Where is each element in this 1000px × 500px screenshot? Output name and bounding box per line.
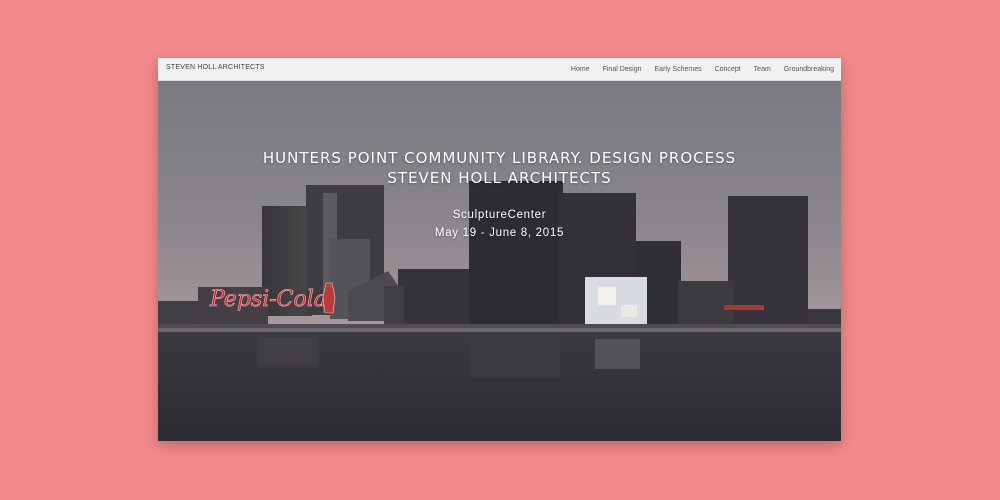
hero-section: Pepsi-Cola HUNTERS POINT COMMUNITY LIBRA… bbox=[158, 81, 841, 441]
brand-link[interactable]: STEVEN HOLL ARCHITECTS bbox=[166, 64, 265, 71]
nav-item-groundbreaking[interactable]: Groundbreaking bbox=[784, 66, 834, 73]
hero-title-line1: HUNTERS POINT COMMUNITY LIBRARY. DESIGN … bbox=[262, 149, 737, 167]
nav-item-home[interactable]: Home bbox=[571, 66, 590, 73]
nav-item-early-schemes[interactable]: Early Schemes bbox=[655, 66, 702, 73]
navbar: STEVEN HOLL ARCHITECTS Home Final Design… bbox=[158, 58, 841, 81]
nav-menu: Home Final Design Early Schemes Concept … bbox=[571, 58, 834, 80]
hero-dates: May 19 - June 8, 2015 bbox=[434, 227, 565, 239]
hero-text: HUNTERS POINT COMMUNITY LIBRARY. DESIGN … bbox=[158, 81, 841, 441]
browser-window: STEVEN HOLL ARCHITECTS Home Final Design… bbox=[158, 58, 841, 441]
hero-venue: SculptureCenter bbox=[452, 209, 547, 221]
nav-item-final-design[interactable]: Final Design bbox=[603, 66, 642, 73]
nav-item-team[interactable]: Team bbox=[754, 66, 771, 73]
hero-title-line2: STEVEN HOLL ARCHITECTS bbox=[387, 169, 612, 187]
nav-item-concept[interactable]: Concept bbox=[715, 66, 741, 73]
